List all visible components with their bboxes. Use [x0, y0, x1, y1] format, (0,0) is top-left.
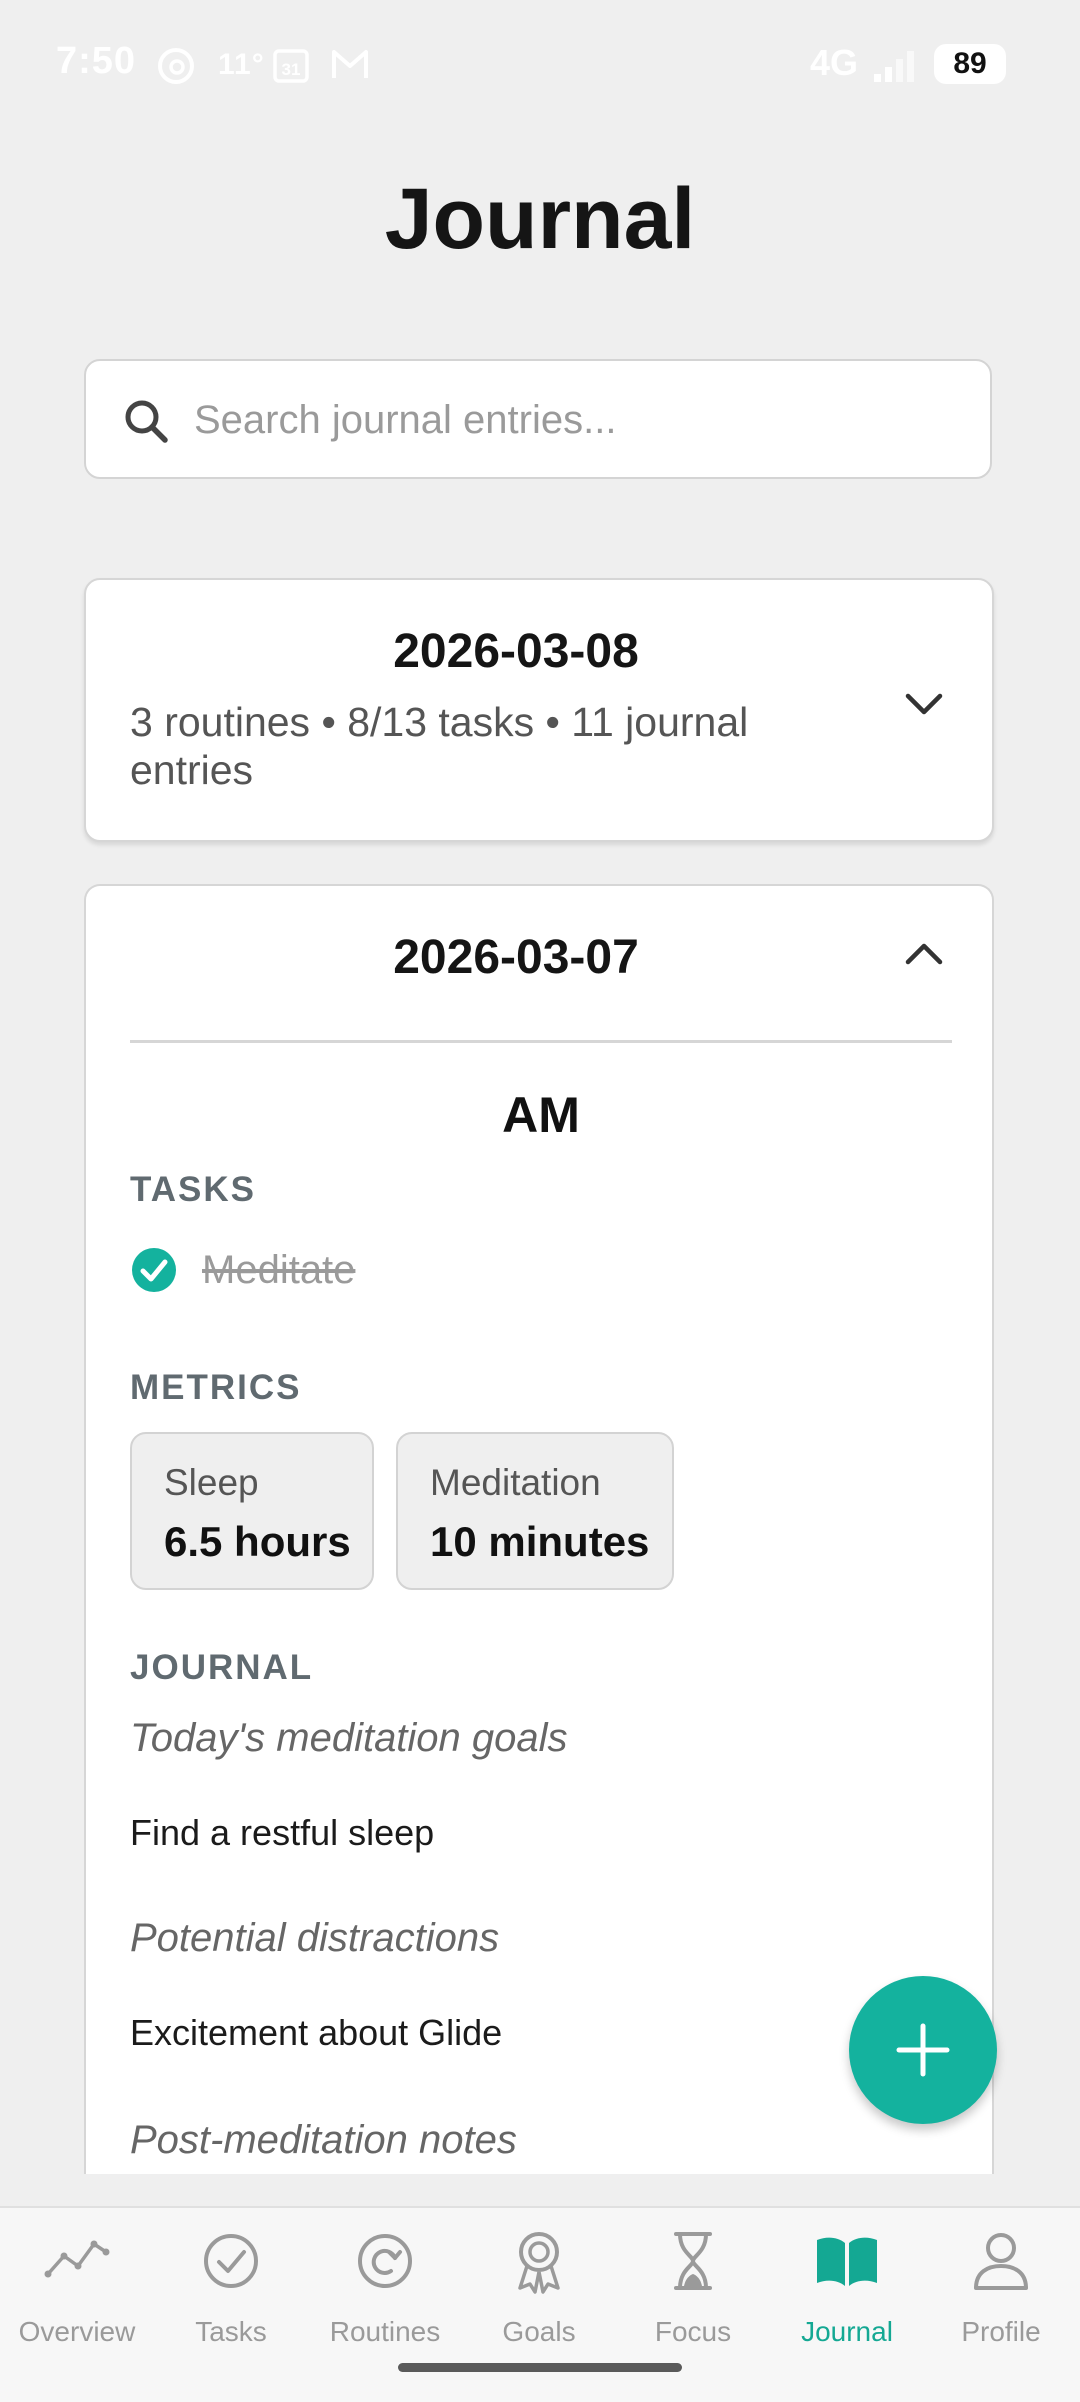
- bottom-nav: Overview Tasks Routines Goals Focus Jour…: [0, 2206, 1080, 2402]
- calendar-icon: 31: [272, 46, 310, 89]
- day-date[interactable]: 2026-03-07: [86, 930, 946, 985]
- status-temperature: 11°: [218, 48, 265, 81]
- metric-value: 6.5 hours: [164, 1518, 351, 1565]
- chevron-down-icon[interactable]: [902, 690, 946, 725]
- user-icon: [974, 2233, 1028, 2290]
- metric-label: Meditation: [430, 1462, 601, 1503]
- metric-value: 10 minutes: [430, 1518, 650, 1565]
- nav-label: Focus: [654, 2316, 732, 2347]
- threads-icon: [156, 46, 196, 91]
- journal-question: Post-meditation notes: [130, 2118, 517, 2162]
- metrics-label: METRICS: [130, 1368, 302, 1407]
- battery-indicator: 89: [934, 44, 1006, 84]
- search-input[interactable]: [192, 383, 956, 457]
- nav-label: Routines: [329, 2316, 441, 2347]
- routine-section-title: AM: [502, 1087, 580, 1143]
- award-ribbon-icon: [518, 2232, 560, 2294]
- task-label: Meditate: [202, 1248, 356, 1292]
- status-time: 7:50: [56, 40, 137, 82]
- signal-icon: [872, 48, 918, 89]
- day-card[interactable]: 2026-03-08 3 routines • 8/13 tasks • 11 …: [84, 578, 994, 842]
- nav-label: Goals: [502, 2316, 576, 2347]
- day-summary: 3 routines • 8/13 tasks • 11 journal ent…: [130, 699, 749, 793]
- nav-item-profile[interactable]: Profile: [924, 2216, 1078, 2366]
- refresh-circle-icon: [358, 2234, 412, 2288]
- check-circle-icon: [204, 2234, 258, 2288]
- nav-label: Overview: [18, 2316, 136, 2347]
- nav-item-focus[interactable]: Focus: [616, 2216, 770, 2366]
- search-box[interactable]: [84, 359, 992, 479]
- metric-card: Sleep 6.5 hours: [130, 1432, 374, 1590]
- search-icon: [122, 397, 170, 450]
- journal-answer: Excitement about Glide: [130, 2012, 503, 2053]
- page-title: Journal: [384, 171, 696, 267]
- gmail-icon: [330, 46, 370, 87]
- day-card-expanded: 2026-03-07 AM TASKS Meditate METRICS Sle…: [84, 884, 994, 2174]
- nav-label: Profile: [961, 2316, 1041, 2347]
- nav-label: Tasks: [195, 2316, 267, 2347]
- hourglass-icon: [674, 2232, 712, 2290]
- network-type: 4G: [810, 42, 859, 83]
- chevron-up-icon[interactable]: [902, 938, 946, 973]
- tasks-label: TASKS: [130, 1170, 257, 1209]
- add-entry-button[interactable]: [849, 1976, 997, 2124]
- nav-label: Journal: [801, 2316, 893, 2347]
- plus-icon: [896, 2023, 950, 2077]
- nav-item-goals[interactable]: Goals: [462, 2216, 616, 2366]
- nav-item-tasks[interactable]: Tasks: [154, 2216, 308, 2366]
- metric-label: Sleep: [164, 1462, 259, 1503]
- journal-answer: Find a restful sleep: [130, 1812, 435, 1853]
- divider: [130, 1040, 952, 1043]
- svg-text:31: 31: [282, 60, 301, 79]
- nav-item-routines[interactable]: Routines: [308, 2216, 462, 2366]
- metric-card: Meditation 10 minutes: [396, 1432, 674, 1590]
- open-book-icon: [817, 2237, 877, 2286]
- day-date: 2026-03-08: [393, 625, 639, 678]
- nav-item-overview[interactable]: Overview: [0, 2216, 154, 2366]
- nav-item-journal[interactable]: Journal: [770, 2216, 924, 2366]
- journal-question: Potential distractions: [130, 1916, 500, 1960]
- journal-question: Today's meditation goals: [130, 1716, 568, 1760]
- journal-label: JOURNAL: [130, 1648, 314, 1687]
- status-bar: 7:50 11° 31 4G 89: [0, 0, 1080, 130]
- home-indicator[interactable]: [398, 2363, 682, 2372]
- trend-line-icon: [44, 2240, 110, 2278]
